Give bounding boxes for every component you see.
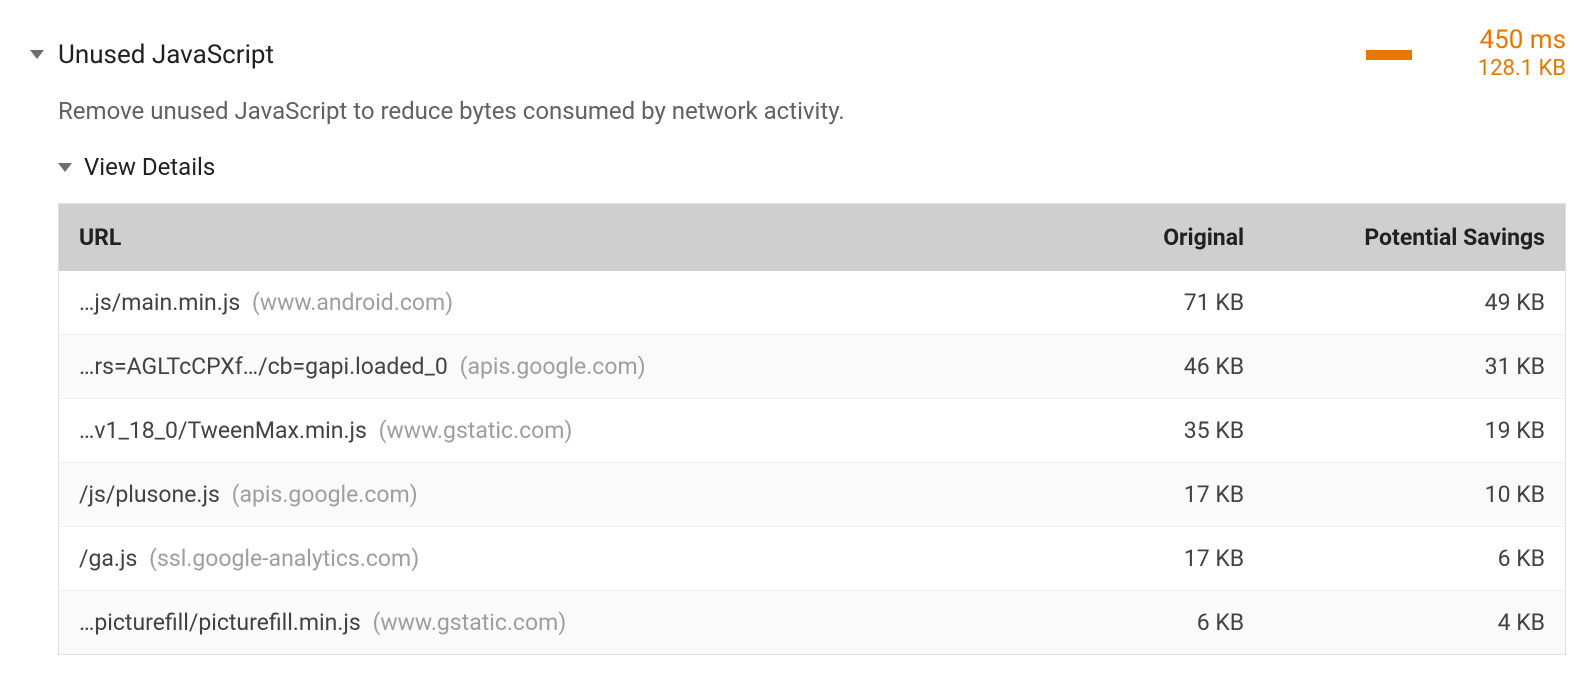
- url-path: …js/main.min.js: [79, 289, 240, 316]
- details-toggle[interactable]: View Details: [58, 153, 1566, 203]
- audit-header-left: Unused JavaScript: [30, 40, 274, 70]
- url-path: …rs=AGLTcCPXf…/cb=gapi.loaded_0: [79, 353, 448, 380]
- cell-url[interactable]: …v1_18_0/TweenMax.min.js (www.gstatic.co…: [59, 399, 1054, 463]
- chevron-down-icon[interactable]: [30, 50, 44, 59]
- column-original[interactable]: Original: [1053, 204, 1264, 272]
- cell-savings: 4 KB: [1264, 591, 1565, 655]
- cell-savings: 6 KB: [1264, 527, 1565, 591]
- table-row: /ga.js (ssl.google-analytics.com)17 KB6 …: [59, 527, 1566, 591]
- cell-url[interactable]: /js/plusone.js (apis.google.com): [59, 463, 1054, 527]
- table-row: …js/main.min.js (www.android.com)71 KB49…: [59, 271, 1566, 335]
- audit-title: Unused JavaScript: [58, 40, 274, 70]
- table-row: …picturefill/picturefill.min.js (www.gst…: [59, 591, 1566, 655]
- url-path: …picturefill/picturefill.min.js: [79, 609, 361, 636]
- cell-savings: 10 KB: [1264, 463, 1565, 527]
- cell-savings: 31 KB: [1264, 335, 1565, 399]
- audit-description: Remove unused JavaScript to reduce bytes…: [30, 93, 1566, 153]
- cell-url[interactable]: …rs=AGLTcCPXf…/cb=gapi.loaded_0 (apis.go…: [59, 335, 1054, 399]
- cell-original: 35 KB: [1053, 399, 1264, 463]
- url-host: (www.gstatic.com): [379, 417, 573, 444]
- column-savings[interactable]: Potential Savings: [1264, 204, 1565, 272]
- url-path: …v1_18_0/TweenMax.min.js: [79, 417, 367, 444]
- url-path: /ga.js: [79, 545, 137, 572]
- details-label: View Details: [84, 153, 215, 181]
- url-host: (apis.google.com): [232, 481, 418, 508]
- audit-size: 128.1 KB: [1478, 55, 1566, 84]
- table-row: …v1_18_0/TweenMax.min.js (www.gstatic.co…: [59, 399, 1566, 463]
- table-row: /js/plusone.js (apis.google.com)17 KB10 …: [59, 463, 1566, 527]
- cell-savings: 49 KB: [1264, 271, 1565, 335]
- cell-url[interactable]: …js/main.min.js (www.android.com): [59, 271, 1054, 335]
- cell-original: 17 KB: [1053, 463, 1264, 527]
- url-path: /js/plusone.js: [79, 481, 220, 508]
- cell-original: 17 KB: [1053, 527, 1264, 591]
- audit-metrics: 450 ms 128.1 KB: [1436, 26, 1566, 83]
- cell-original: 71 KB: [1053, 271, 1264, 335]
- cell-url[interactable]: /ga.js (ssl.google-analytics.com): [59, 527, 1054, 591]
- chevron-down-icon: [58, 163, 72, 172]
- audit-header-right: 450 ms 128.1 KB: [1366, 26, 1566, 83]
- url-host: (www.gstatic.com): [372, 609, 566, 636]
- table-row: …rs=AGLTcCPXf…/cb=gapi.loaded_0 (apis.go…: [59, 335, 1566, 399]
- cell-original: 6 KB: [1053, 591, 1264, 655]
- severity-chip: [1366, 50, 1412, 60]
- column-url[interactable]: URL: [59, 204, 1054, 272]
- audit-panel: Unused JavaScript 450 ms 128.1 KB Remove…: [0, 20, 1596, 655]
- table-header-row: URL Original Potential Savings: [59, 204, 1566, 272]
- cell-url[interactable]: …picturefill/picturefill.min.js (www.gst…: [59, 591, 1054, 655]
- audit-time: 450 ms: [1479, 26, 1566, 55]
- cell-original: 46 KB: [1053, 335, 1264, 399]
- audit-details: View Details URL Original Potential Savi…: [30, 153, 1566, 655]
- url-host: (apis.google.com): [460, 353, 646, 380]
- url-host: (www.android.com): [252, 289, 453, 316]
- url-host: (ssl.google-analytics.com): [149, 545, 419, 572]
- cell-savings: 19 KB: [1264, 399, 1565, 463]
- audit-header: Unused JavaScript 450 ms 128.1 KB: [30, 20, 1566, 93]
- details-table: URL Original Potential Savings …js/main.…: [58, 203, 1566, 655]
